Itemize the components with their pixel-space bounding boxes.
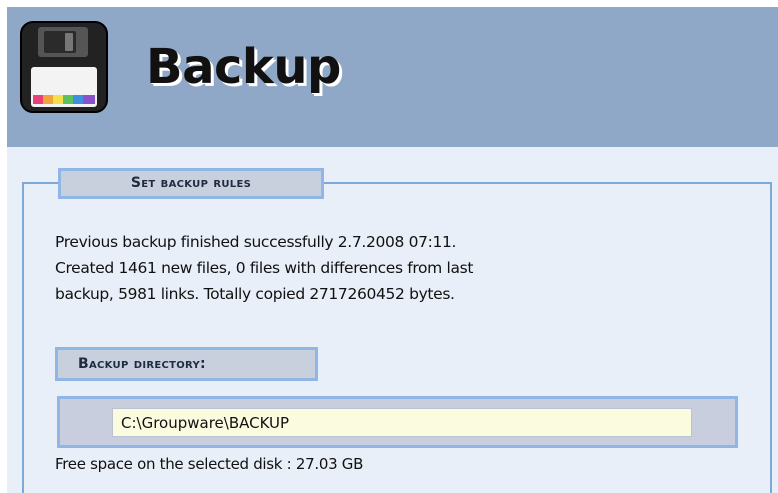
status-line: Previous backup finished successfully 2.…: [55, 233, 457, 251]
backup-directory-bar: [57, 396, 738, 448]
backup-status-message: Previous backup finished successfully 2.…: [55, 229, 695, 307]
page-header: Backup: [7, 7, 778, 147]
backup-directory-label: Backup directory:: [55, 347, 318, 381]
section-title-set-backup-rules: Set backup rules: [58, 168, 324, 199]
floppy-disk-icon: [20, 21, 108, 113]
backup-directory-input[interactable]: [112, 408, 692, 437]
free-space-text: Free space on the selected disk : 27.03 …: [55, 455, 364, 473]
backup-page: Backup Set backup rules Previous backup …: [7, 7, 778, 493]
status-line: backup, 5981 links. Totally copied 27172…: [55, 285, 455, 303]
status-line: Created 1461 new files, 0 files with dif…: [55, 259, 474, 277]
page-title: Backup: [146, 39, 341, 95]
